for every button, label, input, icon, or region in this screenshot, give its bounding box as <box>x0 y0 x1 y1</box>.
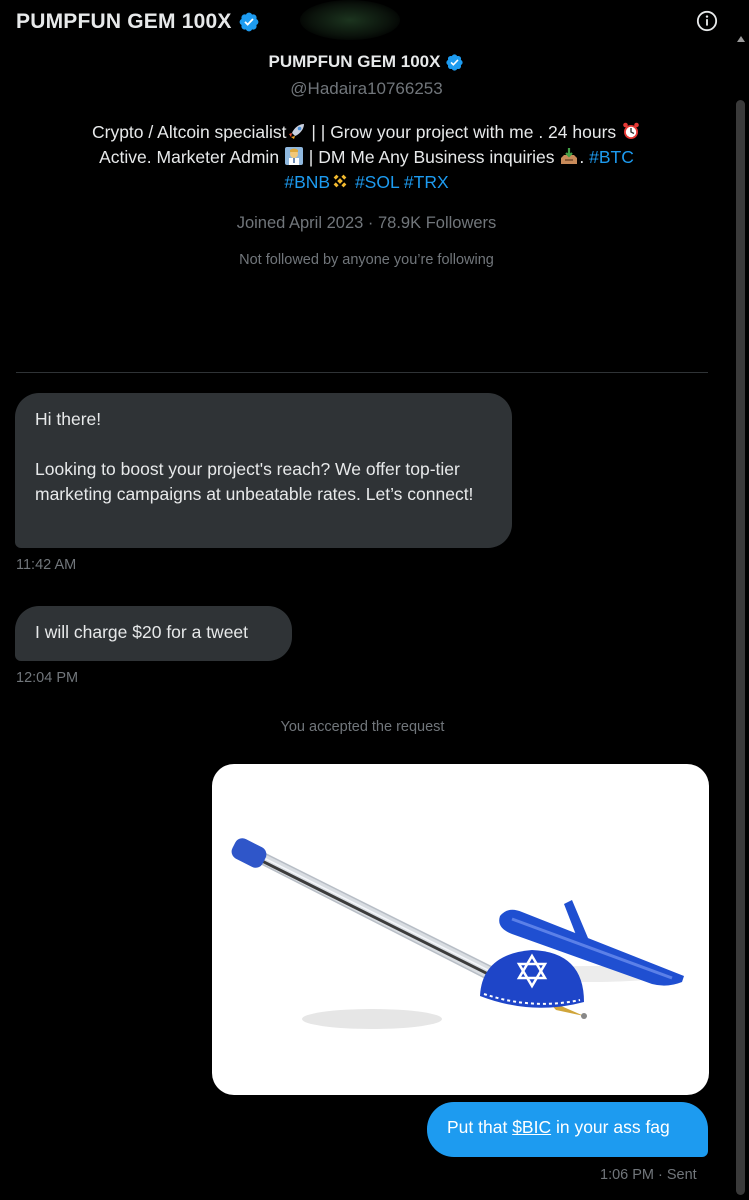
pen-with-kippah-illustration <box>231 838 684 1029</box>
followers-count[interactable]: 78.9K Followers <box>378 214 496 232</box>
message-timestamp: 11:42 AM <box>16 557 77 573</box>
message-text: Put that <box>447 1117 513 1137</box>
hashtag-sol[interactable]: #SOL <box>355 172 399 192</box>
bio-text-5: . <box>579 147 590 167</box>
hashtag-trx[interactable]: #TRX <box>404 172 449 192</box>
message-status: 1:06 PM · Sent <box>600 1167 697 1183</box>
header-title: PUMPFUN GEM 100X <box>16 10 260 34</box>
message-timestamp: 12:04 PM <box>16 670 79 686</box>
alarm-clock-icon <box>623 122 639 139</box>
info-icon[interactable] <box>696 10 718 32</box>
rocket-icon <box>288 124 304 139</box>
cashtag-link[interactable]: $BIC <box>512 1117 551 1137</box>
office-worker-icon <box>284 147 303 165</box>
scroll-up-arrow-icon[interactable] <box>737 36 745 42</box>
divider <box>16 372 708 373</box>
hashtag-bnb[interactable]: #BNB <box>284 172 330 192</box>
bio-text-3: Active. Marketer Admin <box>99 147 284 167</box>
bio-text-4: | DM Me Any Business inquiries <box>303 147 560 167</box>
conversation-header: PUMPFUN GEM 100X <box>0 0 749 44</box>
profile-name-text[interactable]: PUMPFUN GEM 100X <box>269 52 441 72</box>
message-text: Looking to boost your project's reach? W… <box>35 459 474 504</box>
message-text: Hi there! <box>35 409 102 429</box>
profile-name[interactable]: PUMPFUN GEM 100X <box>0 52 733 72</box>
message-bubble-received[interactable]: Hi there! Looking to boost your project'… <box>15 393 512 548</box>
mutual-followers-note: Not followed by anyone you’re following <box>239 252 494 268</box>
profile-bio: Crypto / Altcoin specialist | | Grow you… <box>40 120 693 195</box>
system-message: You accepted the request <box>280 719 445 735</box>
profile-handle[interactable]: @Hadaira10766253 <box>0 79 733 99</box>
profile-meta: Joined April 2023 · 78.9K Followers <box>0 214 733 233</box>
verified-badge-icon <box>239 12 258 32</box>
hashtag-btc[interactable]: #BTC <box>589 147 634 167</box>
inbox-tray-icon <box>561 148 578 164</box>
bio-text: Crypto / Altcoin specialist <box>91 122 287 142</box>
scroll-thumb[interactable] <box>736 100 745 1195</box>
bio-text-2: | | Grow your project with me . 24 hours <box>306 122 622 142</box>
scrollbar[interactable] <box>733 0 749 1200</box>
verified-badge-icon <box>446 53 464 71</box>
joined-date: Joined April 2023 <box>236 214 364 232</box>
message-text: in your ass fag <box>551 1117 670 1137</box>
bnb-icon <box>333 174 347 188</box>
message-image[interactable] <box>212 764 709 1095</box>
message-text: I will charge $20 for a tweet <box>35 622 249 642</box>
avatar[interactable] <box>300 0 400 40</box>
message-bubble-received[interactable]: I will charge $20 for a tweet <box>15 606 292 661</box>
message-bubble-sent[interactable]: Put that $BIC in your ass fag <box>427 1102 708 1157</box>
header-title-text: PUMPFUN GEM 100X <box>16 10 232 33</box>
meta-separator: · <box>363 214 378 232</box>
